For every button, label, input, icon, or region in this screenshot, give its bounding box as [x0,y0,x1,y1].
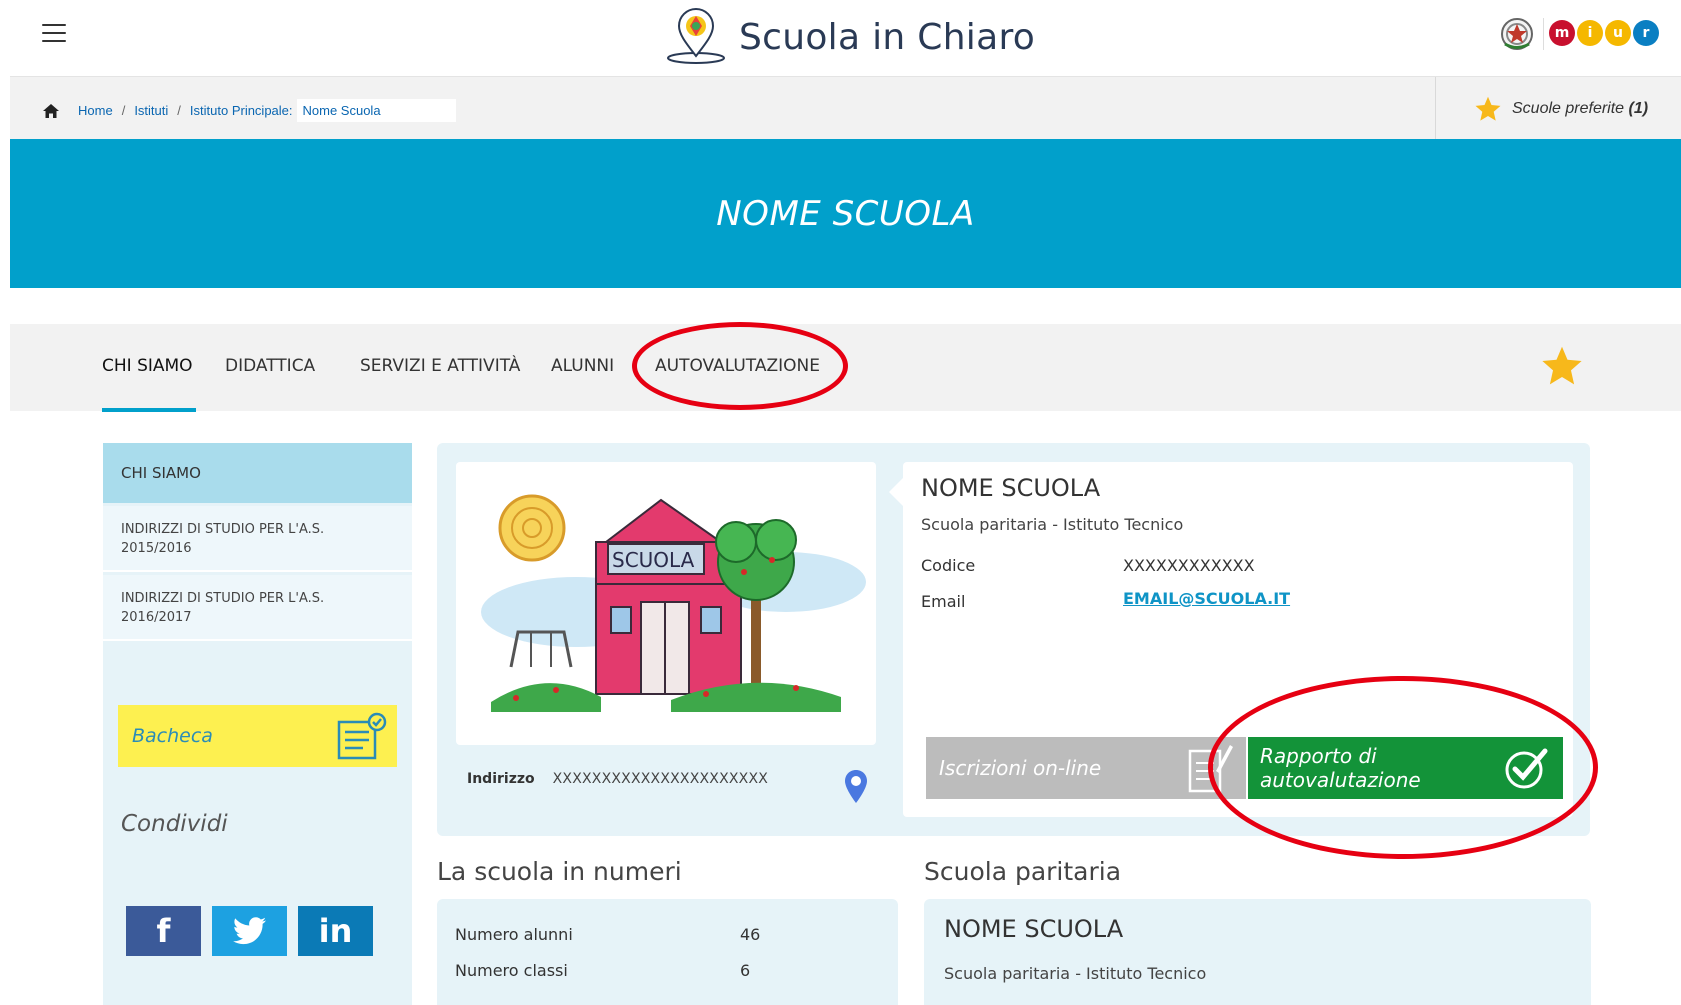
codice-value: XXXXXXXXXXXX [1123,556,1255,575]
sidebar-item-year: 2016/2017 [121,610,192,625]
numbers-section-title: La scuola in numeri [437,857,682,886]
favorite-schools-count: (1) [1628,99,1649,117]
breadcrumb-principale-link[interactable]: Istituto Principale: [190,103,293,118]
sidebar: CHI SIAMO INDIRIZZI DI STUDIO PER L'A.S.… [103,443,412,1005]
document-edit-icon [1188,745,1233,793]
tab-autovalutazione[interactable]: AUTOVALUTAZIONE [655,356,820,376]
tab-bar: CHI SIAMO DIDATTICA SERVIZI E ATTIVITÀ A… [10,324,1681,412]
bacheca-label: Bacheca [132,725,213,747]
paritaria-school-name: NOME SCUOLA [944,915,1124,943]
favorite-star-icon[interactable] [1540,344,1584,388]
school-sign-text: SCUOLA [612,548,695,572]
address-value: XXXXXXXXXXXXXXXXXXXXXX [552,771,769,787]
map-pin-logo-icon [667,8,725,64]
miur-letter: u [1605,20,1631,46]
iscrizioni-label: Iscrizioni on-line [939,756,1102,780]
sidebar-item-label: INDIRIZZI DI STUDIO PER L'A.S. [121,522,325,537]
active-tab-indicator [102,408,196,412]
share-title: Condividi [121,811,228,837]
breadcrumb-bar: Home / Istituti / Istituto Principale: N… [10,76,1681,140]
bacheca-button[interactable]: Bacheca [118,705,397,767]
home-icon[interactable] [42,103,60,119]
numbers-row: Numero classi 6 [455,961,875,980]
sidebar-item-indirizzi-2016[interactable]: INDIRIZZI DI STUDIO PER L'A.S. 2016/2017 [103,575,412,641]
logo-text: Scuola in Chiaro [739,16,1036,58]
email-label: Email [921,592,966,611]
school-numbers-panel: Numero alunni 46 Numero classi 6 [437,899,898,1005]
school-info-card: SCUOLA Indirizzo XXXXXXXXXXXXXXXXXXXXXX [437,443,1590,836]
linkedin-icon: in [318,912,353,950]
school-hero-banner: NOME SCUOLA [10,139,1681,288]
sidebar-header[interactable]: CHI SIAMO [103,443,412,503]
star-icon [1475,96,1501,121]
sidebar-item-year: 2015/2016 [121,541,192,556]
check-circle-icon [1505,748,1548,789]
notice-board-icon [337,712,387,760]
address-label: Indirizzo [467,771,535,787]
paritaria-school-type: Scuola paritaria - Istituto Tecnico [944,964,1207,983]
breadcrumb-separator: / [177,103,181,118]
breadcrumb-separator: / [121,103,126,118]
breadcrumb: Home / Istituti / Istituto Principale: N… [42,99,456,122]
breadcrumb-current: Nome Scuola [296,99,456,122]
school-details-panel: NOME SCUOLA Scuola paritaria - Istituto … [889,462,1573,817]
linkedin-share-button[interactable]: in [298,906,373,956]
iscrizioni-online-button[interactable]: Iscrizioni on-line [926,737,1246,799]
numbers-row-value: 46 [740,925,761,944]
favorite-schools-label: Scuole preferite (1) [1512,100,1648,118]
sidebar-item-indirizzi-2015[interactable]: INDIRIZZI DI STUDIO PER L'A.S. 2015/2016 [103,506,412,572]
paritaria-section-title: Scuola paritaria [924,857,1122,886]
sidebar-item-label: INDIRIZZI DI STUDIO PER L'A.S. [121,591,325,606]
twitter-share-button[interactable] [212,906,287,956]
miur-letter: r [1633,20,1659,46]
school-address: Indirizzo XXXXXXXXXXXXXXXXXXXXXX [467,771,768,787]
breadcrumb-home-link[interactable]: Home [78,103,113,118]
tab-chi-siamo[interactable]: CHI SIAMO [102,356,193,376]
email-link[interactable]: EMAIL@SCUOLA.IT [1123,589,1290,608]
rav-label-line1: Rapporto di [1260,744,1377,768]
miur-logo[interactable]: m i u r [1549,20,1659,46]
numbers-row: Numero alunni 46 [455,925,875,944]
site-logo[interactable]: Scuola in Chiaro [665,6,1035,68]
tab-didattica[interactable]: DIDATTICA [225,356,315,376]
hero-title: NOME SCUOLA [716,193,975,234]
brand-separator [1543,18,1544,50]
numbers-row-value: 6 [740,961,751,980]
school-illustration-image: SCUOLA [481,494,866,712]
miur-letter: i [1577,20,1603,46]
paritaria-panel: NOME SCUOLA Scuola paritaria - Istituto … [924,899,1591,1005]
facebook-share-button[interactable]: f [126,906,201,956]
school-name: NOME SCUOLA [921,474,1101,502]
rav-label: Rapporto di autovalutazione [1260,744,1421,792]
codice-label: Codice [921,556,976,575]
tab-alunni[interactable]: ALUNNI [551,356,614,376]
school-type: Scuola paritaria - Istituto Tecnico [921,515,1184,534]
map-pin-icon[interactable] [844,769,868,805]
miur-letter: m [1549,20,1575,46]
rapporto-autovalutazione-button[interactable]: Rapporto di autovalutazione [1248,737,1563,799]
rav-label-line2: autovalutazione [1260,768,1421,792]
tab-servizi-e-attivita[interactable]: SERVIZI E ATTIVITÀ [360,356,520,376]
hamburger-icon[interactable] [42,24,66,42]
top-bar: Scuola in Chiaro m i u r [0,0,1681,76]
favorite-schools-text: Scuole preferite [1512,99,1625,117]
breadcrumb-istituti-link[interactable]: Istituti [134,103,168,118]
school-photo: SCUOLA [456,462,876,745]
numbers-row-label: Numero alunni [455,925,573,944]
italian-republic-emblem-icon [1501,18,1533,50]
numbers-row-label: Numero classi [455,961,568,980]
favorite-schools-button[interactable]: Scuole preferite (1) [1435,77,1681,140]
facebook-icon: f [156,912,171,950]
twitter-bird-icon [232,917,266,945]
